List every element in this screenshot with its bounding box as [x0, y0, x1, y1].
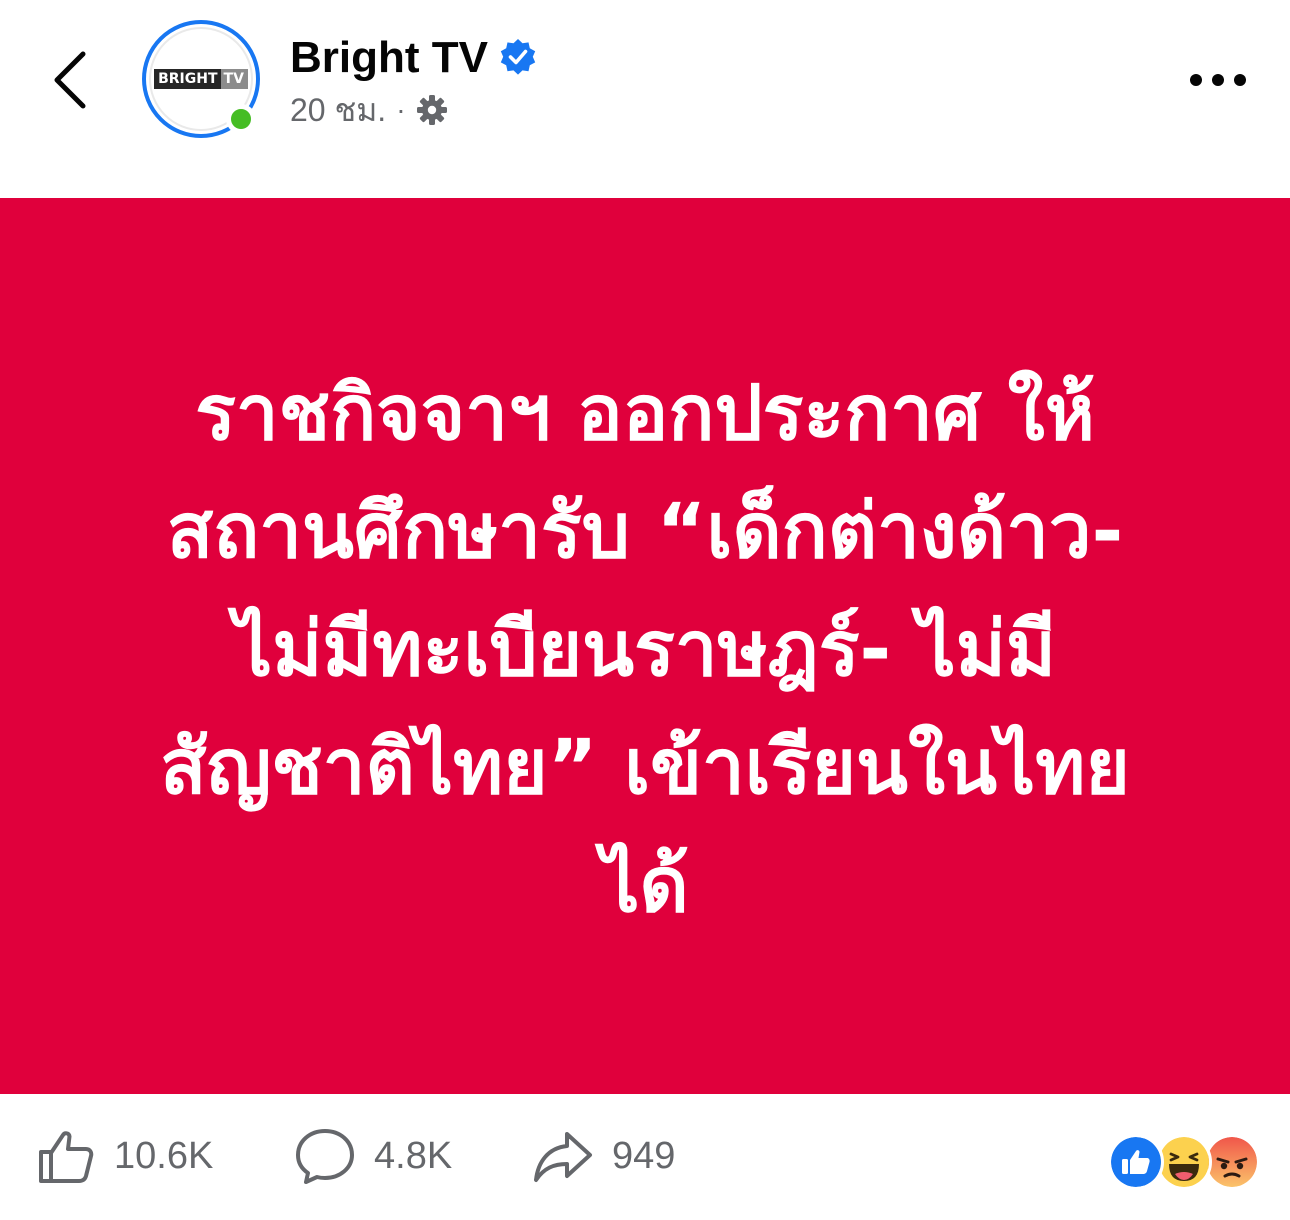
- reactions-summary[interactable]: [1108, 1134, 1260, 1190]
- post-text-line: ไม่มีทะเบียนราษฎร์- ไม่มี: [234, 604, 1056, 693]
- post-text-line: ได้: [601, 840, 689, 929]
- post-time[interactable]: 20 ชม.: [290, 85, 386, 136]
- post-text-line: สถานศึกษารับ “เด็กต่างด้าว-: [166, 486, 1124, 575]
- chevron-left-icon: [54, 51, 86, 109]
- more-dots-icon: [1190, 74, 1246, 86]
- share-arrow-icon: [534, 1132, 592, 1182]
- page-name[interactable]: Bright TV: [290, 36, 488, 80]
- comment-bubble-icon: [296, 1129, 354, 1184]
- angry-reaction-icon: [1204, 1134, 1260, 1190]
- page-name-row: Bright TV: [290, 30, 538, 86]
- page-avatar[interactable]: BRIGHT TV: [142, 20, 266, 144]
- online-status-dot: [226, 104, 256, 134]
- settings-gear-icon[interactable]: [416, 94, 448, 126]
- comment-count: 4.8K: [374, 1134, 453, 1177]
- logo-text-tv: TV: [220, 69, 248, 89]
- verified-badge-icon: [500, 39, 536, 75]
- like-button[interactable]: 10.6K: [36, 1126, 213, 1186]
- bright-tv-logo: BRIGHT TV: [154, 69, 248, 89]
- post-text-card[interactable]: ราชกิจจาฯ ออกประกาศ ให้ สถานศึกษารับ “เด…: [0, 198, 1290, 1094]
- post-screen: BRIGHT TV Bright TV 20 ชม. · ราชกิจจาฯ อ…: [0, 0, 1290, 1220]
- like-reaction-icon: [1108, 1134, 1164, 1190]
- thumbs-up-icon: [39, 1131, 94, 1183]
- share-button[interactable]: 949: [532, 1126, 675, 1186]
- share-count: 949: [612, 1134, 676, 1177]
- post-text: ราชกิจจาฯ ออกประกาศ ให้ สถานศึกษารับ “เด…: [80, 354, 1210, 944]
- post-meta: 20 ชม. ·: [290, 88, 448, 132]
- meta-separator: ·: [396, 94, 406, 125]
- haha-reaction-icon: [1156, 1134, 1212, 1190]
- more-options-button[interactable]: [1180, 60, 1256, 100]
- post-actions-bar: 10.6K 4.8K 949: [0, 1094, 1290, 1220]
- back-button[interactable]: [40, 45, 100, 115]
- logo-text-bright: BRIGHT: [154, 69, 221, 89]
- post-text-line: ราชกิจจาฯ ออกประกาศ ให้: [195, 368, 1095, 457]
- comment-button[interactable]: 4.8K: [294, 1126, 452, 1186]
- post-text-line: สัญชาติไทย” เข้าเรียนในไทย: [160, 722, 1130, 811]
- like-count: 10.6K: [114, 1134, 214, 1177]
